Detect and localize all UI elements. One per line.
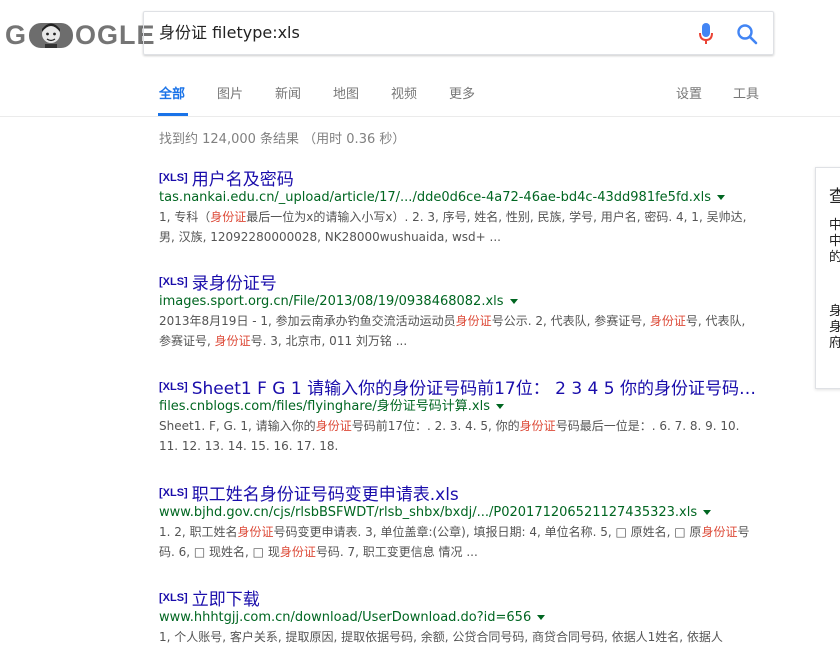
search-result: [XLS] 用户名及密码 tas.nankai.edu.cn/_upload/a… — [159, 165, 769, 247]
tab-images[interactable]: 图片 — [217, 83, 243, 102]
snippet-highlight: 身份证 — [701, 525, 738, 539]
doodle-portrait-icon — [29, 23, 74, 48]
url-dropdown-icon[interactable] — [537, 615, 546, 620]
search-result: [XLS] Sheet1 F G 1 请输入你的身份证号码前17位： 2 3 4… — [159, 374, 769, 456]
result-url: tas.nankai.edu.cn/_upload/article/17/...… — [159, 190, 711, 205]
file-type-badge: [XLS] — [159, 487, 188, 499]
tab-more[interactable]: 更多 — [449, 83, 475, 102]
result-url: www.hhhtgjj.com.cn/download/UserDownload… — [159, 610, 532, 625]
url-dropdown-icon[interactable] — [703, 510, 712, 515]
panel-title: 查 — [829, 187, 840, 207]
tab-videos[interactable]: 视频 — [391, 83, 417, 102]
search-icon[interactable] — [736, 23, 758, 45]
tab-all[interactable]: 全部 — [159, 83, 185, 102]
header: G OGLE 全部 图片 新闻 地图 视频 更多 设置 工具 — [0, 0, 840, 117]
snippet-highlight: 身份证 — [214, 334, 251, 348]
url-dropdown-icon[interactable] — [509, 299, 518, 304]
snippet-text: Sheet1. F, G. 1, 请输入你的 — [159, 419, 316, 433]
snippet-text: 号. 3, 北京市, 011 刘万铭 ... — [250, 334, 408, 348]
tab-maps[interactable]: 地图 — [333, 83, 359, 102]
panel-text: 府 — [829, 336, 840, 351]
search-box — [143, 11, 774, 55]
snippet-highlight: 身份证 — [519, 419, 556, 433]
snippet-highlight: 身份证 — [455, 314, 492, 328]
result-title-link[interactable]: 录身份证号 — [192, 269, 277, 294]
url-dropdown-icon[interactable] — [716, 195, 725, 200]
result-title-link[interactable]: Sheet1 F G 1 请输入你的身份证号码前17位： 2 3 4 5 你的身… — [192, 374, 769, 399]
snippet-text: 号码. 7, 职工变更信息 情况 ... — [315, 545, 478, 559]
file-type-badge: [XLS] — [159, 276, 188, 288]
result-stats: 找到约 124,000 条结果 （用时 0.36 秒） — [159, 132, 406, 147]
snippet-highlight: 身份证 — [279, 545, 316, 559]
file-type-badge: [XLS] — [159, 381, 188, 393]
tab-news[interactable]: 新闻 — [275, 83, 301, 102]
google-doodle-logo[interactable]: G OGLE — [5, 18, 156, 52]
result-snippet: 1, 专科（身份证最后一位为x的请输入小写x）. 2. 3, 序号, 姓名, 性… — [159, 207, 759, 247]
tools-button[interactable]: 工具 — [733, 83, 759, 102]
settings-button[interactable]: 设置 — [676, 83, 702, 102]
search-input[interactable] — [159, 12, 679, 54]
knowledge-panel: 查 中 中 的 身 身 府 — [815, 167, 840, 389]
microphone-icon[interactable] — [698, 22, 714, 46]
search-tabs: 全部 图片 新闻 地图 视频 更多 设置 工具 — [0, 80, 840, 116]
search-result: [XLS] 立即下载 www.hhhtgjj.com.cn/download/U… — [159, 585, 769, 647]
snippet-text: 号公示. 2, 代表队, 参赛证号, — [491, 314, 650, 328]
result-snippet: 2013年8月19日 - 1, 参加云南承办钓鱼交流活动运动员身份证号公示. 2… — [159, 311, 759, 351]
snippet-text: 号码变更申请表. 3, 单位盖章:(公章), 填报日期: 4, 单位名称. 5,… — [273, 525, 702, 539]
snippet-highlight: 身份证 — [649, 314, 686, 328]
search-result: [XLS] 职工姓名身份证号码变更申请表.xls www.bjhd.gov.cn… — [159, 480, 769, 562]
result-title-link[interactable]: 用户名及密码 — [192, 165, 294, 190]
url-dropdown-icon[interactable] — [496, 404, 504, 409]
snippet-text: 1, 个人账号, 客户关系, 提取原因, 提取依据号码, 余额, 公贷合同号码,… — [159, 630, 723, 644]
result-url: images.sport.org.cn/File/2013/08/19/0938… — [159, 294, 504, 309]
result-snippet: 1, 个人账号, 客户关系, 提取原因, 提取依据号码, 余额, 公贷合同号码,… — [159, 627, 759, 647]
panel-text: 的 — [829, 250, 840, 265]
result-snippet: Sheet1. F, G. 1, 请输入你的身份证号码前17位：. 2. 3. … — [159, 416, 759, 456]
file-type-badge: [XLS] — [159, 592, 188, 604]
result-title-link[interactable]: 职工姓名身份证号码变更申请表.xls — [192, 480, 459, 505]
snippet-text: 2013年8月19日 - 1, 参加云南承办钓鱼交流活动运动员 — [159, 314, 456, 328]
snippet-highlight: 身份证 — [237, 525, 274, 539]
result-title-link[interactable]: 立即下载 — [192, 585, 260, 610]
snippet-text: 1. 2, 职工姓名 — [159, 525, 238, 539]
search-result: [XLS] 录身份证号 images.sport.org.cn/File/201… — [159, 269, 769, 351]
active-tab-indicator — [158, 113, 188, 116]
file-type-badge: [XLS] — [159, 172, 188, 184]
snippet-highlight: 身份证 — [210, 210, 247, 224]
result-url: files.cnblogs.com/files/flyinghare/身份证号码… — [159, 399, 490, 414]
snippet-highlight: 身份证 — [315, 419, 352, 433]
logo-letter: G — [5, 20, 28, 50]
result-url: www.bjhd.gov.cn/cjs/rlsbBSFWDT/rlsb_shbx… — [159, 505, 698, 520]
snippet-text: 号码前17位：. 2. 3. 4. 5, 你的 — [351, 419, 520, 433]
snippet-text: 最后一位为x的请输入小写x）. 2. 3, 序号, 姓名, 性别, 民族, 学号… — [159, 210, 747, 244]
result-snippet: 1. 2, 职工姓名身份证号码变更申请表. 3, 单位盖章:(公章), 填报日期… — [159, 522, 759, 562]
snippet-text: 1, 专科（ — [159, 210, 211, 224]
